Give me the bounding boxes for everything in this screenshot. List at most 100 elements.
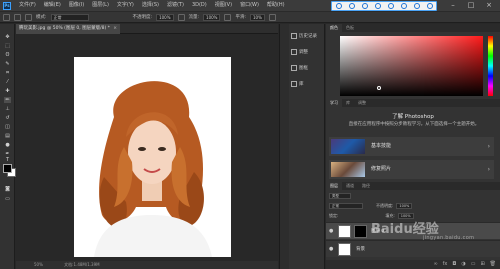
helper-tool-icon[interactable]: [374, 3, 381, 9]
visibility-eye-icon[interactable]: ●: [329, 246, 333, 252]
layer-row-layer0[interactable]: ● 图层 0: [326, 222, 500, 239]
color-panel-tabs: 颜色 色板: [326, 24, 500, 32]
helper-tool-icon[interactable]: [335, 3, 342, 9]
visibility-eye-icon[interactable]: ●: [329, 228, 333, 234]
maximize-icon[interactable]: □: [464, 0, 478, 11]
document-tab[interactable]: 腾玩美影.jpg @ 50% (图层 0, 图层蒙版/8) * ×: [16, 24, 120, 34]
quick-select-tool-icon[interactable]: ✎: [4, 61, 11, 67]
libraries-panel-button[interactable]: 库: [291, 78, 324, 90]
foreground-color-swatch[interactable]: [3, 164, 12, 173]
canvas-area[interactable]: [16, 35, 278, 260]
color-picker-field[interactable]: [340, 36, 483, 96]
options-bar: 模式: 正常 不透明度: 100% 流量: 100% 平滑: 10%: [0, 11, 500, 23]
delete-layer-icon[interactable]: 🗑: [490, 260, 496, 269]
smoothing-label: 平滑:: [235, 15, 246, 20]
new-fill-icon[interactable]: ◑: [461, 260, 465, 269]
home-icon[interactable]: [3, 13, 10, 21]
chevron-right-icon: ›: [487, 143, 490, 150]
tab-channels[interactable]: 通道: [342, 182, 358, 190]
layer-mask-thumbnail[interactable]: [354, 225, 367, 238]
helper-tool-icon[interactable]: [400, 3, 407, 9]
adjustments-icon: [291, 49, 297, 55]
new-layer-icon[interactable]: ⊞: [480, 260, 484, 269]
lasso-tool-icon[interactable]: ʘ: [4, 52, 11, 58]
dodge-tool-icon[interactable]: ●: [4, 142, 11, 148]
layer-kind-filter[interactable]: 类型: [329, 193, 351, 199]
close-icon[interactable]: ×: [482, 0, 496, 11]
close-tab-icon[interactable]: ×: [113, 24, 117, 34]
tab-libraries[interactable]: 库: [342, 99, 354, 107]
fx-icon[interactable]: fx: [443, 260, 448, 269]
layer-opacity-field[interactable]: 100%: [396, 203, 413, 209]
marquee-tool-icon[interactable]: ⬚: [4, 43, 11, 49]
clone-stamp-tool-icon[interactable]: ⊥: [4, 106, 11, 112]
flow-field[interactable]: 100%: [203, 13, 221, 21]
layer-blend-row: 正常 不透明度: 100%: [326, 202, 500, 210]
helper-tool-icon[interactable]: [361, 3, 368, 9]
tab-adjustments[interactable]: 调整: [354, 99, 370, 107]
menu-image[interactable]: 图像(I): [65, 0, 88, 11]
menu-help[interactable]: 帮助(H): [263, 0, 289, 11]
blend-mode-select[interactable]: 正常: [329, 203, 363, 209]
brush-settings-icon[interactable]: [25, 13, 32, 21]
link-layers-icon[interactable]: ∞: [433, 260, 437, 269]
eyedropper-tool-icon[interactable]: ⁄: [4, 79, 11, 85]
tab-layers[interactable]: 图层: [326, 182, 342, 190]
airbrush-icon[interactable]: [224, 13, 232, 21]
zoom-level[interactable]: 50%: [34, 262, 43, 267]
menu-edit[interactable]: 编辑(E): [40, 0, 65, 11]
layer-thumbnail: [338, 225, 351, 238]
tab-paths[interactable]: 路径: [358, 182, 374, 190]
learn-card-basic-skills[interactable]: 基本技能 ›: [329, 137, 494, 156]
frame-panel-button[interactable]: 图框: [291, 62, 324, 74]
menu-3d[interactable]: 3D(D): [188, 0, 211, 11]
brush-preset-icon[interactable]: [14, 13, 21, 21]
menu-select[interactable]: 选择(S): [138, 0, 163, 11]
menu-window[interactable]: 窗口(W): [236, 0, 263, 11]
menu-file[interactable]: 文件(F): [15, 0, 40, 11]
minimize-icon[interactable]: –: [446, 0, 460, 11]
menu-view[interactable]: 视图(V): [211, 0, 236, 11]
color-picker-cursor[interactable]: [377, 86, 381, 90]
layers-footer: ∞ fx ◘ ◑ ▭ ⊞ 🗑: [326, 260, 500, 269]
collapsed-panels: 历史记录 调整 图框 库: [289, 24, 325, 269]
new-group-icon[interactable]: ▭: [471, 260, 476, 269]
learn-card-fix-photos[interactable]: 修复照片 ›: [329, 160, 494, 179]
add-mask-icon[interactable]: ◘: [452, 260, 456, 269]
libraries-icon: [291, 81, 297, 87]
layer-lock-row: 锁定: 填充: 100%: [326, 212, 500, 220]
status-bar: 50% 文档:1.48M/1.39M: [16, 261, 278, 269]
adjustments-panel-button[interactable]: 调整: [291, 46, 324, 58]
fill-field[interactable]: 100%: [397, 213, 414, 219]
crop-tool-icon[interactable]: ⌗: [4, 70, 11, 76]
menu-type[interactable]: 文字(Y): [113, 0, 138, 11]
eraser-tool-icon[interactable]: ◫: [4, 124, 11, 130]
pressure-opacity-icon[interactable]: [177, 13, 185, 21]
fill-label: 填充:: [385, 213, 395, 218]
smoothing-options-icon[interactable]: [268, 13, 276, 21]
menu-filter[interactable]: 滤镜(T): [163, 0, 188, 11]
type-tool-icon[interactable]: T: [4, 157, 11, 163]
tab-learn[interactable]: 学习: [326, 99, 342, 107]
photoshop-logo: Ps: [3, 1, 11, 10]
mode-select[interactable]: 正常: [50, 13, 89, 21]
hue-slider[interactable]: [488, 36, 493, 96]
brush-tool-icon[interactable]: ✏: [4, 97, 11, 103]
layer-row-background[interactable]: ● 背景: [326, 240, 500, 257]
history-panel-button[interactable]: 历史记录: [291, 30, 324, 42]
quick-mask-icon[interactable]: ◙: [4, 186, 11, 192]
healing-brush-tool-icon[interactable]: ✚: [4, 88, 11, 94]
history-brush-tool-icon[interactable]: ↺: [4, 115, 11, 121]
screen-mode-icon[interactable]: ▭: [4, 196, 11, 202]
menu-layer[interactable]: 图层(L): [88, 0, 113, 11]
helper-tool-icon[interactable]: [387, 3, 394, 9]
smoothing-field[interactable]: 10%: [250, 13, 265, 21]
move-tool-icon[interactable]: ✥: [4, 34, 11, 40]
helper-tool-icon[interactable]: [413, 3, 420, 9]
helper-tool-icon[interactable]: [426, 3, 433, 9]
helper-tool-icon[interactable]: [348, 3, 355, 9]
tab-color[interactable]: 颜色: [326, 24, 342, 32]
tab-swatches[interactable]: 色板: [342, 24, 358, 32]
opacity-field[interactable]: 100%: [156, 13, 174, 21]
gradient-tool-icon[interactable]: ▤: [4, 133, 11, 139]
